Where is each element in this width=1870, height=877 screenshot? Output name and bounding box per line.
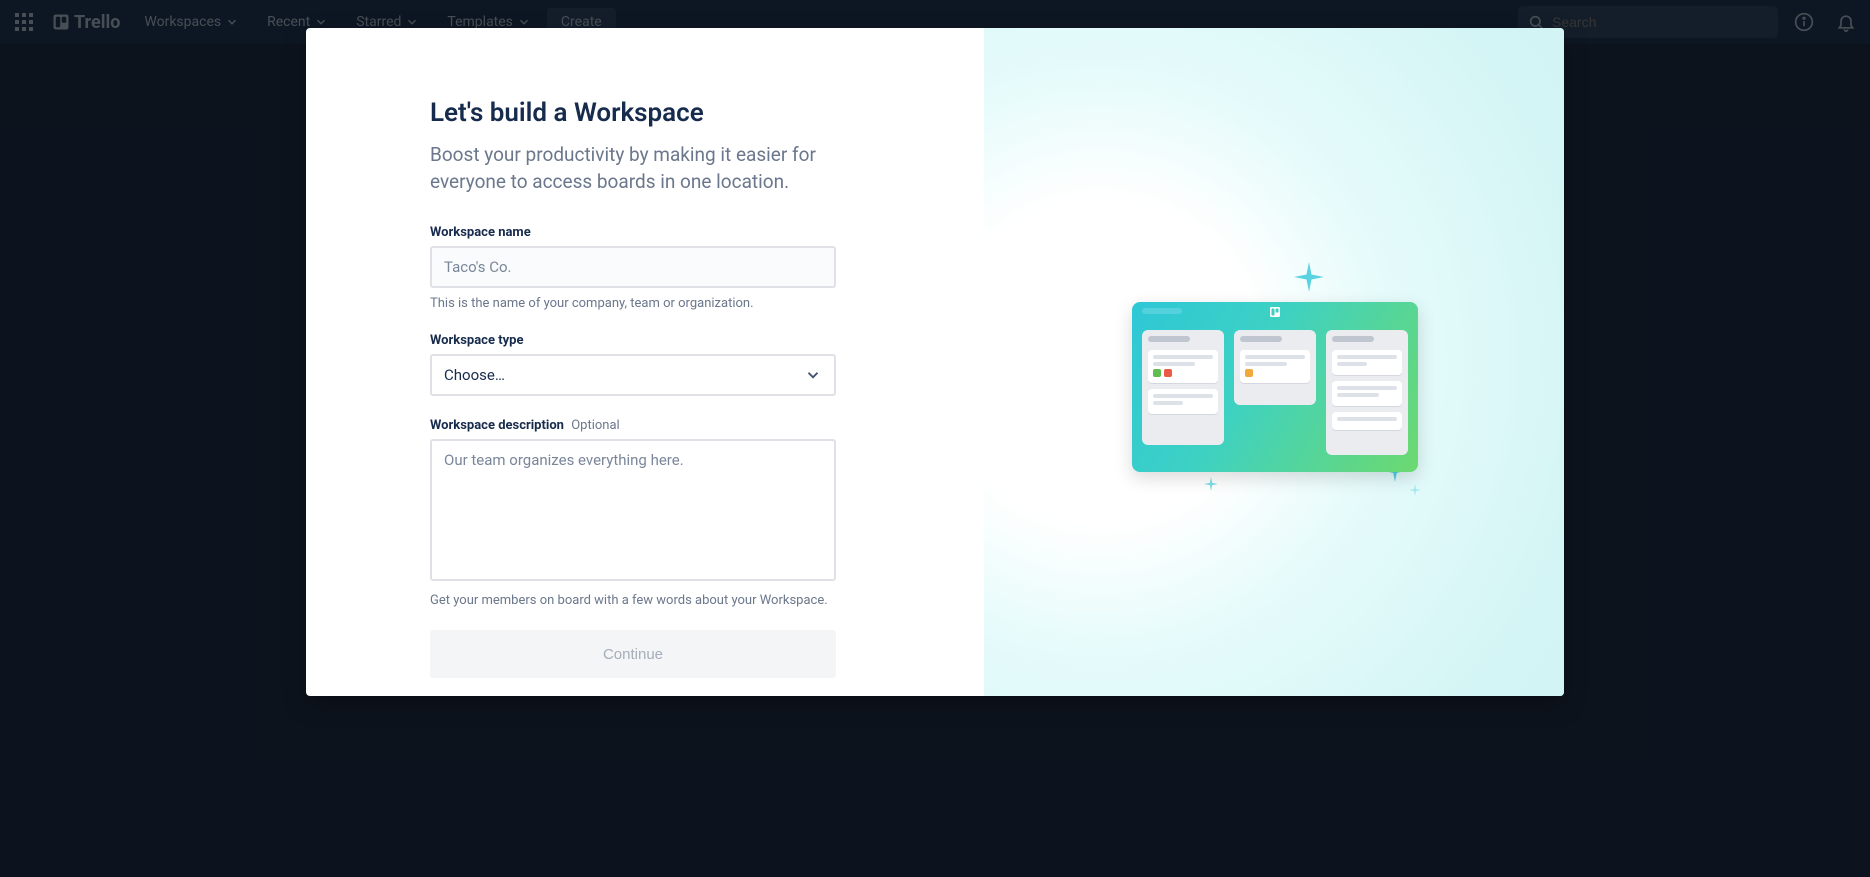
list-title-bar (1332, 336, 1374, 342)
card-labels (1245, 369, 1305, 377)
workspace-type-group: Workspace type Choose… (430, 333, 836, 396)
card-illustration (1332, 350, 1402, 375)
modal-form-panel: Let's build a Workspace Boost your produ… (306, 28, 984, 696)
workspace-name-helper: This is the name of your company, team o… (430, 296, 836, 311)
card-line (1337, 417, 1397, 421)
workspace-type-select[interactable]: Choose… (430, 354, 836, 396)
card-illustration (1148, 389, 1218, 414)
sparkle-icon (1409, 484, 1421, 496)
workspace-name-group: Workspace name This is the name of your … (430, 225, 836, 311)
label-dot (1245, 369, 1253, 377)
card-line (1337, 386, 1397, 390)
card-illustration (1240, 350, 1310, 383)
workspace-type-placeholder: Choose… (444, 366, 505, 384)
workspace-description-label: Workspace description Optional (430, 418, 836, 433)
workspace-type-label: Workspace type (430, 333, 836, 348)
workspace-description-optional: Optional (571, 418, 619, 433)
card-line (1337, 355, 1397, 359)
label-dot (1164, 369, 1172, 377)
card-line (1153, 362, 1195, 366)
sparkle-icon (1294, 262, 1324, 292)
card-illustration (1332, 381, 1402, 406)
card-line (1153, 394, 1213, 398)
list-column (1326, 330, 1408, 455)
label-dot (1153, 369, 1161, 377)
list-column (1234, 330, 1316, 405)
modal-illustration-panel (984, 28, 1564, 696)
card-line (1245, 355, 1305, 359)
modal-title: Let's build a Workspace (430, 98, 884, 128)
workspace-illustration (1104, 232, 1444, 492)
create-workspace-modal: Let's build a Workspace Boost your produ… (306, 28, 1564, 696)
list-title-bar (1240, 336, 1282, 342)
list-column (1142, 330, 1224, 445)
workspace-description-label-text: Workspace description (430, 418, 564, 433)
list-title-bar (1148, 336, 1190, 342)
trello-logo-icon (1267, 306, 1283, 318)
modal-overlay: Let's build a Workspace Boost your produ… (0, 0, 1870, 877)
workspace-description-group: Workspace description Optional Get your … (430, 418, 836, 608)
continue-button-label: Continue (603, 646, 663, 663)
continue-button[interactable]: Continue (430, 630, 836, 678)
sparkle-icon (1204, 477, 1218, 491)
modal-subtitle: Boost your productivity by making it eas… (430, 142, 830, 195)
chevron-down-icon (804, 366, 822, 384)
workspace-description-helper: Get your members on board with a few wor… (430, 593, 836, 608)
card-line (1337, 393, 1379, 397)
card-illustration (1148, 350, 1218, 383)
card-illustration (1332, 412, 1402, 430)
card-labels (1153, 369, 1213, 377)
workspace-name-label: Workspace name (430, 225, 836, 240)
card-line (1153, 355, 1213, 359)
card-line (1337, 362, 1367, 366)
board-illustration (1132, 302, 1418, 472)
board-header-bar (1142, 308, 1182, 314)
card-line (1245, 362, 1287, 366)
workspace-description-input[interactable] (430, 439, 836, 581)
card-line (1153, 401, 1183, 405)
workspace-name-input[interactable] (430, 246, 836, 288)
